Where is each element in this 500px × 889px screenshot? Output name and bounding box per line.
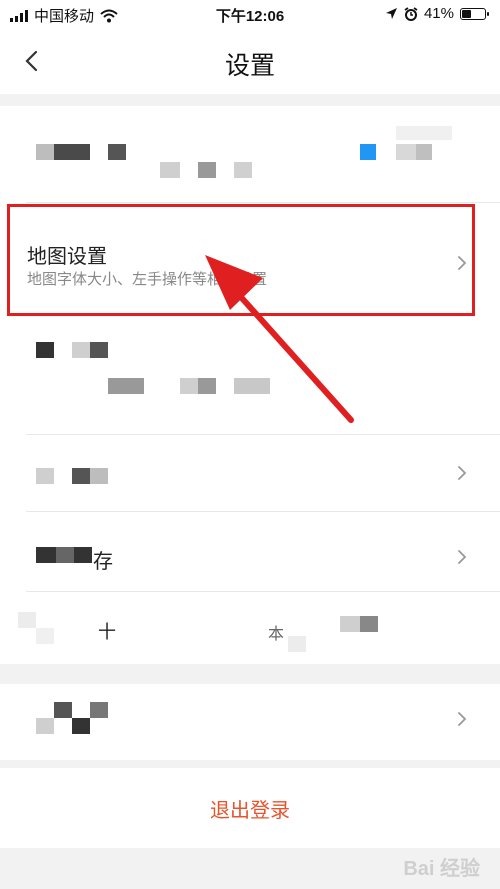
annotation-arrow-icon xyxy=(205,255,354,423)
